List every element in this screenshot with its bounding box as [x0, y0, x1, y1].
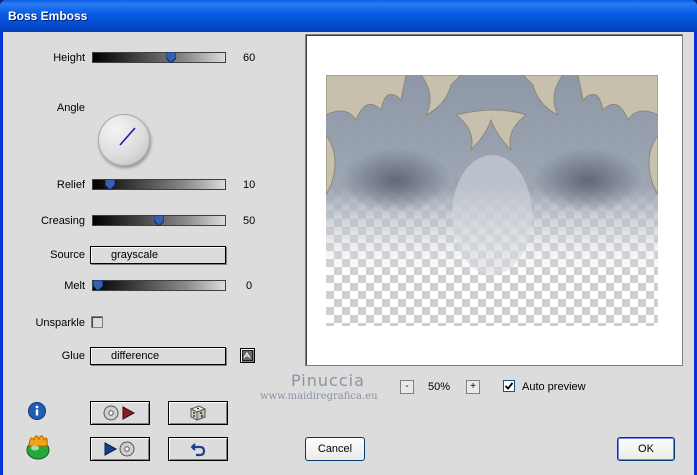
load-preset-button[interactable]	[90, 401, 150, 425]
unsparkle-label: Unsparkle	[35, 317, 85, 329]
source-dropdown-value: grayscale	[111, 249, 159, 261]
glue-options-icon	[242, 350, 253, 361]
randomize-button[interactable]	[168, 401, 228, 425]
melt-slider[interactable]	[92, 280, 226, 291]
zoom-in-label: +	[470, 381, 476, 392]
angle-dial[interactable]	[98, 114, 150, 166]
info-icon[interactable]	[28, 402, 46, 420]
height-slider-thumb[interactable]	[166, 52, 176, 63]
zoom-in-button[interactable]: +	[466, 380, 480, 394]
auto-preview-label: Auto preview	[522, 381, 586, 393]
zoom-out-button[interactable]: -	[400, 380, 414, 394]
unsparkle-checkbox[interactable]	[91, 316, 103, 328]
cancel-button-label: Cancel	[317, 443, 353, 455]
save-preset-button[interactable]	[90, 437, 150, 461]
preview-panel[interactable]	[305, 34, 683, 366]
melt-slider-thumb[interactable]	[93, 280, 103, 291]
reset-button[interactable]	[168, 437, 228, 461]
relief-slider[interactable]	[92, 179, 226, 190]
height-label: Height	[53, 52, 85, 64]
source-label: Source	[50, 249, 85, 261]
angle-dial-indicator	[119, 127, 136, 146]
angle-label: Angle	[56, 102, 85, 114]
ok-button[interactable]: OK	[617, 437, 675, 461]
height-value: 60	[243, 52, 256, 64]
dialog-window: Boss Emboss Height 60 Angle Relief 10 Cr…	[0, 0, 697, 475]
dialog-client-area: Height 60 Angle Relief 10 Creasing 50 So…	[3, 32, 694, 475]
relief-label: Relief	[56, 179, 85, 191]
zoom-level: 50%	[428, 381, 451, 393]
filter-logo-icon	[24, 432, 52, 460]
height-slider[interactable]	[92, 52, 226, 63]
disc-play-icon	[103, 405, 136, 421]
watermark-url: www.maidiregrafica.eu	[260, 391, 378, 402]
melt-value: 0	[246, 280, 253, 292]
checkmark-icon	[504, 382, 514, 390]
zoom-out-label: -	[405, 381, 409, 392]
creasing-label: Creasing	[40, 215, 85, 227]
glue-dropdown[interactable]: difference	[90, 347, 226, 365]
melt-label: Melt	[64, 280, 85, 292]
cancel-button[interactable]: Cancel	[305, 437, 365, 461]
glue-label: Glue	[61, 350, 85, 362]
source-dropdown[interactable]: grayscale	[90, 246, 226, 264]
glue-options-button[interactable]	[240, 348, 255, 363]
creasing-slider-thumb[interactable]	[154, 215, 164, 226]
ok-button-label: OK	[638, 443, 654, 455]
relief-value: 10	[243, 179, 256, 191]
watermark-name: Pinuccia	[291, 371, 365, 390]
relief-slider-thumb[interactable]	[105, 179, 115, 190]
undo-icon	[190, 443, 206, 457]
title-bar[interactable]: Boss Emboss	[0, 0, 697, 32]
play-disc-icon	[104, 441, 135, 457]
creasing-slider[interactable]	[92, 215, 226, 226]
preview-image	[326, 75, 658, 326]
auto-preview-checkbox[interactable]	[503, 380, 515, 392]
dice-icon	[189, 405, 207, 421]
window-title: Boss Emboss	[8, 9, 88, 23]
creasing-value: 50	[243, 215, 256, 227]
glue-dropdown-value: difference	[111, 350, 160, 362]
